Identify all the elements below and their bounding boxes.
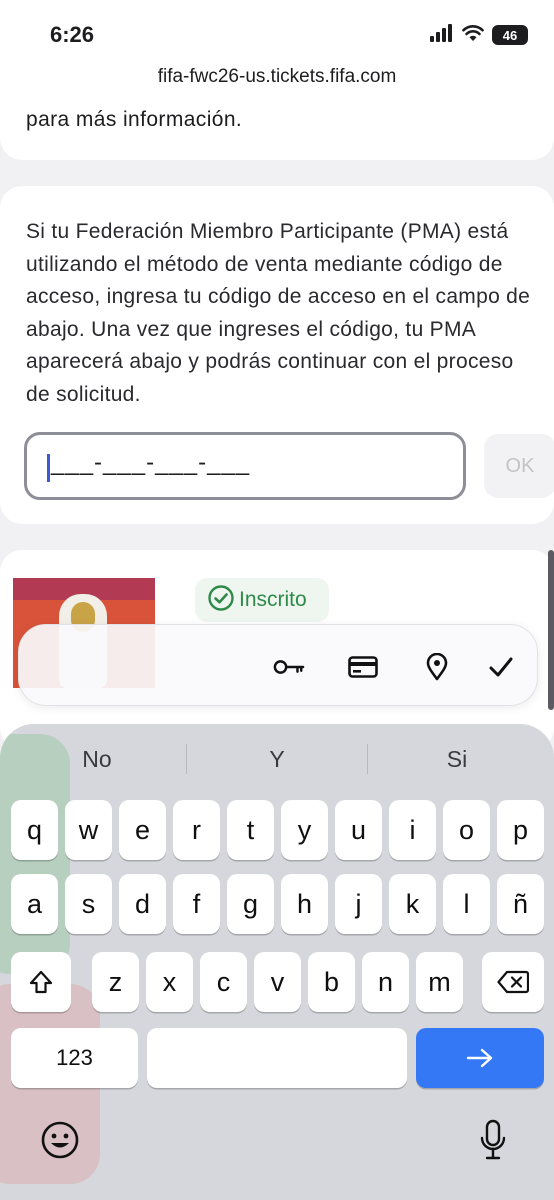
key-z[interactable]: z xyxy=(92,952,139,1012)
key-n-tilde[interactable]: ñ xyxy=(497,874,544,934)
key-d[interactable]: d xyxy=(119,874,166,934)
autofill-toolbar xyxy=(18,624,538,706)
key-x[interactable]: x xyxy=(146,952,193,1012)
checkmark-icon[interactable] xyxy=(485,651,517,683)
key-e[interactable]: e xyxy=(119,800,166,860)
key-i[interactable]: i xyxy=(389,800,436,860)
delete-key[interactable] xyxy=(482,952,544,1012)
key-n[interactable]: n xyxy=(362,952,409,1012)
suggestion-item[interactable]: No xyxy=(8,736,186,782)
numbers-key[interactable]: 123 xyxy=(11,1028,138,1088)
cellular-signal-icon xyxy=(430,23,454,47)
key-l[interactable]: l xyxy=(443,874,490,934)
access-code-mask: ___-___-___-___ xyxy=(51,449,251,476)
emoji-icon[interactable] xyxy=(40,1120,80,1160)
key-f[interactable]: f xyxy=(173,874,220,934)
credit-card-icon[interactable] xyxy=(347,651,379,683)
access-code-card: Si tu Federación Miembro Participante (P… xyxy=(0,186,554,524)
key-g[interactable]: g xyxy=(227,874,274,934)
shift-key[interactable] xyxy=(11,952,71,1012)
key-h[interactable]: h xyxy=(281,874,328,934)
arrow-right-icon xyxy=(466,1048,493,1068)
wifi-icon xyxy=(462,24,484,47)
status-badge: Inscrito xyxy=(195,578,329,622)
key-a[interactable]: a xyxy=(11,874,58,934)
key-r[interactable]: r xyxy=(173,800,220,860)
ok-button[interactable]: OK xyxy=(484,434,554,498)
key-v[interactable]: v xyxy=(254,952,301,1012)
suggestion-item[interactable]: Si xyxy=(368,736,546,782)
status-icons: 46 xyxy=(430,23,528,47)
key-k[interactable]: k xyxy=(389,874,436,934)
key-y[interactable]: y xyxy=(281,800,328,860)
key-m[interactable]: m xyxy=(416,952,463,1012)
info-text: para más información. xyxy=(26,108,243,131)
predictive-suggestions: No Y Si xyxy=(0,736,554,782)
scrollbar[interactable] xyxy=(548,550,554,710)
info-card: para más información. xyxy=(0,92,554,160)
access-code-input[interactable]: ___-___-___-___ xyxy=(24,432,466,500)
access-code-instructions: Si tu Federación Miembro Participante (P… xyxy=(26,220,531,406)
suggestion-item[interactable]: Y xyxy=(187,736,367,782)
key-s[interactable]: s xyxy=(65,874,112,934)
status-bar: 6:26 46 xyxy=(0,0,554,62)
key-p[interactable]: p xyxy=(497,800,544,860)
key-u[interactable]: u xyxy=(335,800,382,860)
status-badge-label: Inscrito xyxy=(239,588,307,611)
key-q[interactable]: q xyxy=(11,800,58,860)
key-o[interactable]: o xyxy=(443,800,490,860)
space-key[interactable] xyxy=(147,1028,407,1088)
key-w[interactable]: w xyxy=(65,800,112,860)
status-time: 6:26 xyxy=(50,22,95,47)
location-pin-icon[interactable] xyxy=(421,651,453,683)
battery-icon: 46 xyxy=(492,25,528,45)
key-j[interactable]: j xyxy=(335,874,382,934)
text-caret xyxy=(47,454,50,482)
shift-icon xyxy=(29,970,53,994)
key-c[interactable]: c xyxy=(200,952,247,1012)
keyboard: No Y Si q w e r t y u i o p a s d f g h … xyxy=(0,724,554,1200)
go-key[interactable] xyxy=(416,1028,544,1088)
key-icon[interactable] xyxy=(273,651,305,683)
backspace-icon xyxy=(497,970,529,994)
key-t[interactable]: t xyxy=(227,800,274,860)
check-circle-icon xyxy=(207,584,235,617)
microphone-icon[interactable] xyxy=(478,1118,508,1162)
key-b[interactable]: b xyxy=(308,952,355,1012)
